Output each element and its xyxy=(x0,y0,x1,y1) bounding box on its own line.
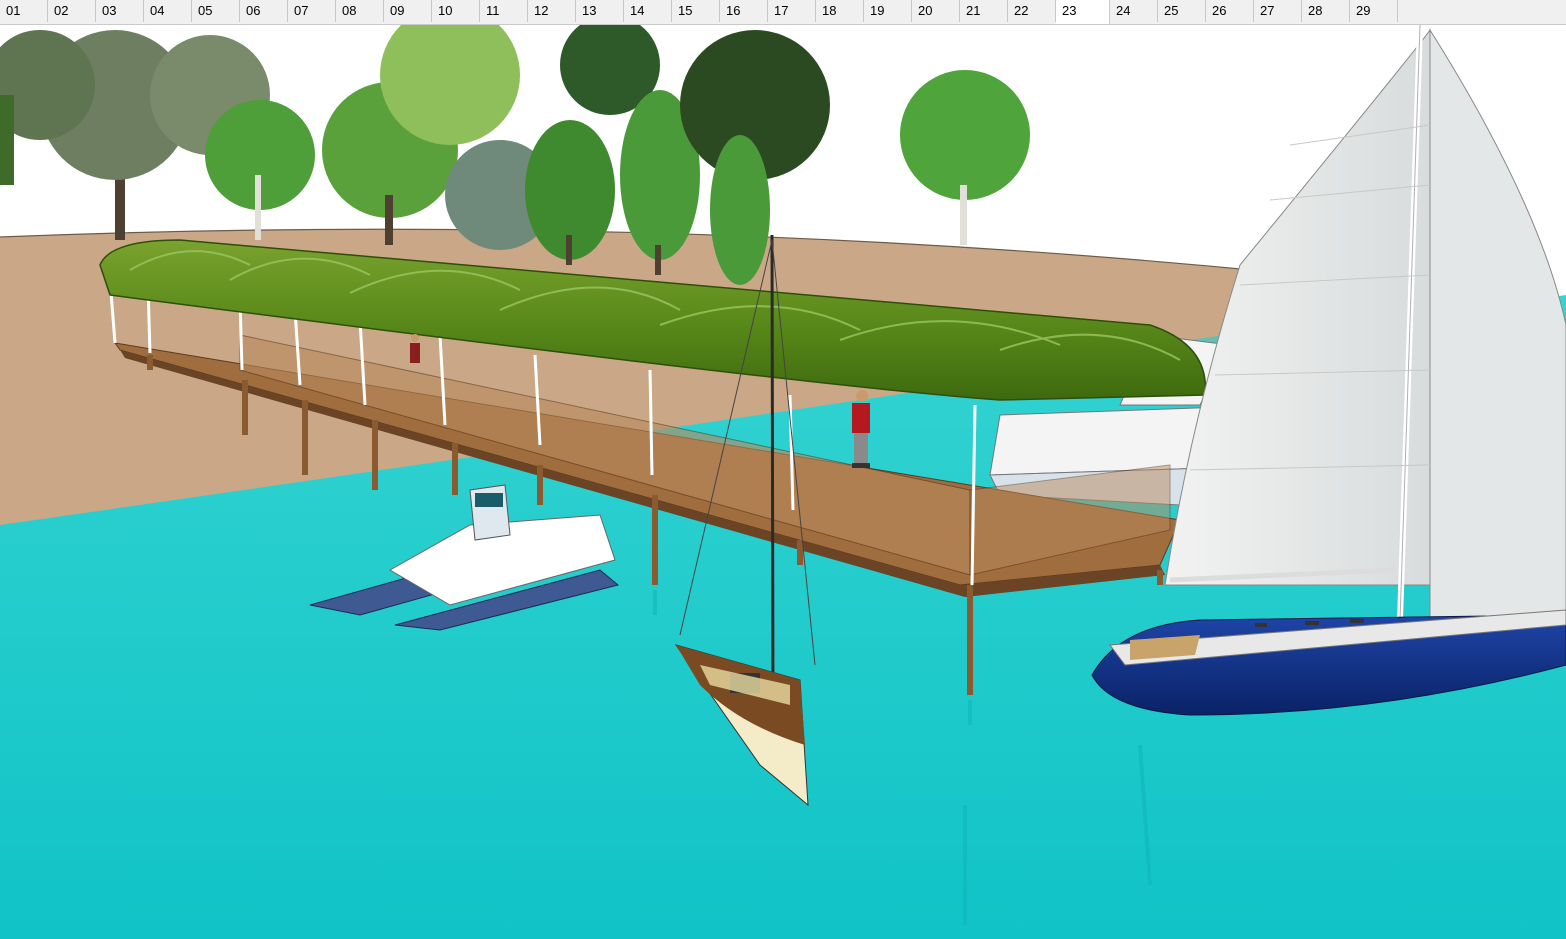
scene-tab-15[interactable]: 15 xyxy=(672,0,720,22)
scene-tab-10[interactable]: 10 xyxy=(432,0,480,22)
scene-tab-28[interactable]: 28 xyxy=(1302,0,1350,22)
scene-tab-01[interactable]: 01 xyxy=(0,0,48,22)
scene-tab-19[interactable]: 19 xyxy=(864,0,912,22)
scene-tab-25[interactable]: 25 xyxy=(1158,0,1206,22)
scene-tab-24[interactable]: 24 xyxy=(1110,0,1158,22)
scene-tab-18[interactable]: 18 xyxy=(816,0,864,22)
scene-tab-23[interactable]: 23 xyxy=(1056,0,1110,24)
scene-tab-27[interactable]: 27 xyxy=(1254,0,1302,22)
scene-tab-12[interactable]: 12 xyxy=(528,0,576,22)
scene-tab-08[interactable]: 08 xyxy=(336,0,384,22)
scene-tab-09[interactable]: 09 xyxy=(384,0,432,22)
scene-tab-bar: 01 02 03 04 05 06 07 08 09 10 11 12 13 14 15 16 17 18 19 20… xyxy=(0,0,1566,25)
scene-tab-13[interactable]: 13 xyxy=(576,0,624,22)
scene-tab-26[interactable]: 26 xyxy=(1206,0,1254,22)
person-figure xyxy=(410,334,420,363)
scene-tab-22[interactable]: 22 xyxy=(1008,0,1056,22)
scene-tab-16[interactable]: 16 xyxy=(720,0,768,22)
scene-tab-29[interactable]: 29 xyxy=(1350,0,1398,22)
scene-tab-20[interactable]: 20 xyxy=(912,0,960,22)
3d-scene xyxy=(0,25,1566,939)
model-viewport[interactable] xyxy=(0,25,1566,939)
scene-tab-14[interactable]: 14 xyxy=(624,0,672,22)
scene-tab-21[interactable]: 21 xyxy=(960,0,1008,22)
scene-tab-06[interactable]: 06 xyxy=(240,0,288,22)
scene-tab-11[interactable]: 11 xyxy=(480,0,528,22)
scene-tab-03[interactable]: 03 xyxy=(96,0,144,22)
scene-tab-07[interactable]: 07 xyxy=(288,0,336,22)
scene-tab-17[interactable]: 17 xyxy=(768,0,816,22)
scene-tab-04[interactable]: 04 xyxy=(144,0,192,22)
scene-tab-05[interactable]: 05 xyxy=(192,0,240,22)
scene-tab-02[interactable]: 02 xyxy=(48,0,96,22)
